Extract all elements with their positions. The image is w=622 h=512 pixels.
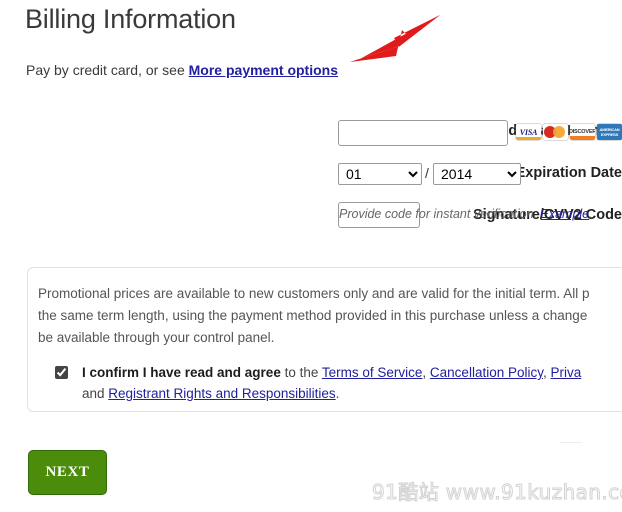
cvv-example-link[interactable]: Example [541,207,590,221]
privacy-policy-link[interactable]: Priva [551,365,582,380]
next-button[interactable]: NEXT [28,450,107,495]
confirm-separator-1: , [422,365,430,380]
expiration-separator: / [425,165,429,181]
confirm-agreement-text: I confirm I have read and agree to the T… [82,362,622,404]
confirm-middle-text: to the [280,365,322,380]
expiration-month-select[interactable]: 010203040506070809101112 [338,163,422,185]
expiration-date-row: Expiration Date 010203040506070809101112… [0,160,622,190]
page-title: Billing Information [25,4,236,34]
confirm-agreement-row: I confirm I have read and agree to the T… [55,362,622,404]
cancellation-policy-link[interactable]: Cancellation Policy [430,365,543,380]
visa-logo-icon: VISA [516,124,541,140]
cvv-hint-suffix: . [589,207,593,221]
terms-and-promo-box: Promotional prices are available to new … [27,267,622,412]
confirm-second-line-suffix: . [335,386,340,401]
confirm-bold-lead: I confirm I have read and agree [82,365,281,380]
confirm-second-line-prefix: and [82,386,109,401]
decorative-divider [560,442,582,443]
confirm-separator-2: , [542,365,551,380]
discover-logo-text: DISCOVER [570,129,595,135]
accepted-card-logos: VISA DISCOVER AMERICAN EXPRESS [516,124,622,140]
cvv-hint-text: Provide code for instant verification. [339,207,541,221]
terms-of-service-link[interactable]: Terms of Service [322,365,423,380]
amex-logo-icon: AMERICAN EXPRESS [597,124,622,140]
site-watermark: 91酷站 www.91kuzhan.com [371,480,622,505]
confirm-agreement-checkbox[interactable] [55,366,68,379]
subline-prefix-text: Pay by credit card, or see [26,62,189,78]
more-payment-options-link[interactable]: More payment options [189,62,338,78]
pay-by-credit-card-line: Pay by credit card, or see More payment … [26,62,338,78]
credit-card-number-input[interactable] [338,120,508,146]
discover-logo-icon: DISCOVER [570,124,595,140]
amex-logo-line2: EXPRESS [600,132,619,137]
red-arrow-annotation-icon [350,15,440,62]
mastercard-logo-icon [543,124,568,140]
registrant-rights-link[interactable]: Registrant Rights and Responsibilities [108,386,335,401]
cvv-hint-line: Provide code for instant verification. E… [339,207,593,221]
promotional-pricing-text: Promotional prices are available to new … [38,286,590,345]
mastercard-yellow-circle [553,126,565,138]
expiration-year-select[interactable]: 2014201520162017201820192020202120222023 [433,163,521,185]
visa-logo-text: VISA [519,127,538,137]
